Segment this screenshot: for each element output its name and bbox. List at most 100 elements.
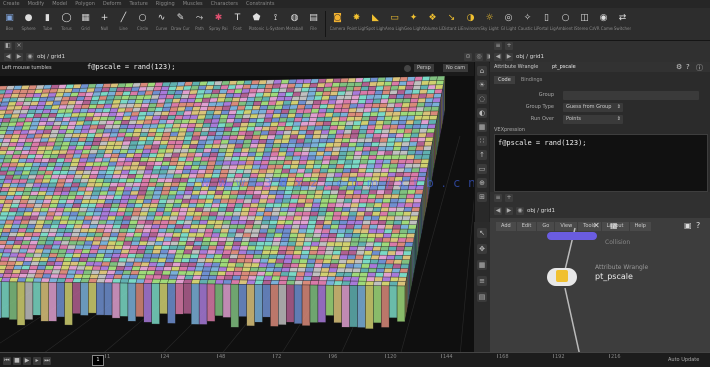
wrangle-node-name[interactable]: pt_pscale bbox=[595, 272, 633, 281]
list-view-icon[interactable]: ≡ bbox=[477, 276, 487, 286]
select-tool-icon[interactable]: ↖ bbox=[477, 228, 487, 238]
shelf-tab-rigging[interactable]: Rigging bbox=[156, 0, 175, 8]
pin-icon[interactable]: ⊙ bbox=[464, 53, 472, 61]
tab-bindings[interactable]: Bindings bbox=[517, 76, 547, 84]
gi-light-tool[interactable]: ◎GI Light bbox=[499, 10, 518, 38]
portal-light-tool[interactable]: ▯Portal Light bbox=[537, 10, 556, 38]
net-home-icon[interactable]: ◉ bbox=[516, 207, 524, 215]
vr-camera-tool[interactable]: ◉VR Camera bbox=[594, 10, 613, 38]
forward-icon[interactable]: ▶ bbox=[15, 53, 23, 61]
volume-light-tool[interactable]: ❖Volume Light bbox=[423, 10, 442, 38]
shelf-tab-muscles[interactable]: Muscles bbox=[183, 0, 203, 8]
shelf-tab-modify[interactable]: Modify bbox=[28, 0, 45, 8]
scene-view-tab[interactable]: ◧ bbox=[4, 42, 12, 50]
wrangle-node[interactable] bbox=[547, 268, 577, 286]
sphere-tool[interactable]: ●Sphere bbox=[19, 10, 38, 38]
grid-snap-icon[interactable]: ▦ bbox=[477, 260, 487, 270]
point-light-tool[interactable]: ✸Point Light bbox=[347, 10, 366, 38]
shelf-tab-characters[interactable]: Characters bbox=[211, 0, 238, 8]
sky-light-tool[interactable]: ☼Sky Light bbox=[480, 10, 499, 38]
current-frame-field[interactable]: 1 bbox=[92, 355, 104, 366]
stop-icon[interactable]: ■ bbox=[13, 357, 21, 365]
spray-paint-tool[interactable]: ✱Spray Paint bbox=[209, 10, 228, 38]
tab-code[interactable]: Code bbox=[494, 76, 515, 84]
snap-icon[interactable]: ⊞ bbox=[477, 192, 487, 202]
guide-icon[interactable]: ⊕ bbox=[477, 178, 487, 188]
metaball-tool[interactable]: ◍Metaball bbox=[285, 10, 304, 38]
distant-light-tool[interactable]: ↘Distant Light bbox=[442, 10, 461, 38]
draw-curve-tool[interactable]: ✎Draw Curve bbox=[171, 10, 190, 38]
group-type-select[interactable]: Guess from Group⇕ bbox=[563, 103, 623, 112]
env-light-tool[interactable]: ◑Environment Light bbox=[461, 10, 480, 38]
platonic-tool[interactable]: ⬟Platonic bbox=[247, 10, 266, 38]
lsystem-tool[interactable]: ⟟L-System bbox=[266, 10, 285, 38]
group-field[interactable] bbox=[563, 91, 699, 100]
shelf-tab-deform[interactable]: Deform bbox=[103, 0, 122, 8]
jump-end-icon[interactable]: ⏭ bbox=[43, 357, 51, 365]
sticky-note-icon[interactable]: ▤ bbox=[477, 292, 487, 302]
area-light-tool[interactable]: ▭Area Light bbox=[385, 10, 404, 38]
vex-code-editor[interactable]: f@pscale = rand(123); bbox=[494, 134, 708, 192]
params-forward-icon[interactable]: ▶ bbox=[505, 53, 513, 61]
shelf-tab-texture[interactable]: Texture bbox=[129, 0, 147, 8]
caustic-light-tool[interactable]: ✧Caustic Light bbox=[518, 10, 537, 38]
close-tab-icon[interactable]: × bbox=[15, 42, 23, 50]
node-name-field[interactable]: pt_pscale bbox=[552, 64, 576, 70]
points-icon[interactable]: ∷ bbox=[477, 136, 487, 146]
ambient-light-tool[interactable]: ○Ambient Light bbox=[556, 10, 575, 38]
display-lock-icon[interactable]: ⌂ bbox=[477, 66, 487, 76]
curve-tool[interactable]: ∿Curve bbox=[152, 10, 171, 38]
tube-tool[interactable]: ▮Tube bbox=[38, 10, 57, 38]
auto-update-menu[interactable]: Auto Update bbox=[668, 357, 699, 363]
step-forward-icon[interactable]: ▸ bbox=[33, 357, 41, 365]
pan-tool-icon[interactable]: ✥ bbox=[477, 244, 487, 254]
net-forward-icon[interactable]: ▶ bbox=[505, 207, 513, 215]
add-tab-icon[interactable]: + bbox=[505, 194, 513, 202]
null-tool[interactable]: +Null bbox=[95, 10, 114, 38]
viewport-canvas[interactable] bbox=[0, 76, 474, 356]
timeline-ruler[interactable]: 124487296120144168192216 bbox=[105, 353, 665, 367]
ghost-icon[interactable]: ◌ bbox=[477, 94, 487, 104]
back-icon[interactable]: ◀ bbox=[4, 53, 12, 61]
switcher-tool[interactable]: ⇄Switcher bbox=[613, 10, 632, 38]
camera-tool[interactable]: ◙Camera bbox=[328, 10, 347, 38]
params-path[interactable]: obj / grid1 bbox=[516, 54, 544, 60]
gear-icon[interactable]: ⚙ bbox=[676, 63, 682, 71]
scene-viewport[interactable] bbox=[0, 76, 474, 356]
jump-start-icon[interactable]: ⏮ bbox=[3, 357, 11, 365]
network-icon[interactable]: ◉ bbox=[26, 53, 34, 61]
file-tool[interactable]: ▤File bbox=[304, 10, 323, 38]
wireframe-icon[interactable]: ▦ bbox=[477, 122, 487, 132]
geo-light-tool[interactable]: ✦Geo Light bbox=[404, 10, 423, 38]
network-tab[interactable]: ≡ bbox=[494, 194, 502, 202]
spot-light-tool[interactable]: ◣Spot Light bbox=[366, 10, 385, 38]
link-icon[interactable]: ◎ bbox=[475, 53, 483, 61]
background-icon[interactable]: ▭ bbox=[477, 164, 487, 174]
net-back-icon[interactable]: ◀ bbox=[494, 207, 502, 215]
shelf-tab-polygon[interactable]: Polygon bbox=[75, 0, 95, 8]
line-tool[interactable]: ╱Line bbox=[114, 10, 133, 38]
lights-icon[interactable]: ☀ bbox=[477, 80, 487, 90]
shading-icon[interactable]: ◐ bbox=[477, 108, 487, 118]
network-path[interactable]: obj / grid1 bbox=[527, 208, 555, 214]
display-options-icon[interactable] bbox=[404, 65, 411, 72]
run-over-select[interactable]: Points⇕ bbox=[563, 115, 623, 124]
params-tab[interactable]: ≡ bbox=[494, 42, 502, 50]
add-tab-icon[interactable]: + bbox=[505, 42, 513, 50]
box-tool[interactable]: ▣Box bbox=[0, 10, 19, 38]
stereo-camera-tool[interactable]: ◫Stereo Camera bbox=[575, 10, 594, 38]
network-editor[interactable]: AddEditGoViewToolsLayoutHelp ✕ ▦ ▣ ? Col… bbox=[490, 218, 710, 356]
normals-icon[interactable]: ↑ bbox=[477, 150, 487, 160]
params-back-icon[interactable]: ◀ bbox=[494, 53, 502, 61]
viewport-path[interactable]: obj / grid1 bbox=[37, 54, 65, 60]
shelf-tab-model[interactable]: Model bbox=[52, 0, 67, 8]
path-tool[interactable]: ⤳Path bbox=[190, 10, 209, 38]
torus-tool[interactable]: ◯Torus bbox=[57, 10, 76, 38]
shelf-tab-create[interactable]: Create bbox=[3, 0, 20, 8]
font-tool[interactable]: TFont bbox=[228, 10, 247, 38]
help-icon[interactable]: ? bbox=[686, 63, 690, 71]
persp-menu[interactable]: Persp bbox=[414, 64, 434, 72]
play-icon[interactable]: ▶ bbox=[23, 357, 31, 365]
camera-menu[interactable]: No cam bbox=[443, 64, 468, 72]
info-icon[interactable]: ⓘ bbox=[696, 63, 703, 73]
